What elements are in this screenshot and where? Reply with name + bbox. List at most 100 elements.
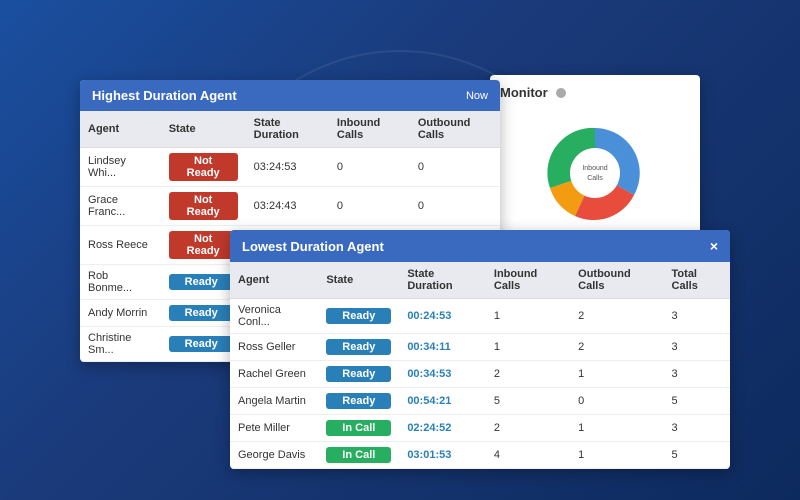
col-state: State: [318, 262, 399, 299]
cell-agent: George Davis: [230, 442, 318, 469]
cell-agent: Andy Morrin: [80, 300, 161, 327]
col-total: Total Calls: [664, 262, 730, 299]
highest-panel-title: Highest Duration Agent: [92, 88, 237, 103]
monitor-header: Monitor: [500, 85, 690, 100]
cell-state: Not Ready: [161, 187, 246, 226]
col-inbound: Inbound Calls: [329, 111, 410, 148]
cell-agent: Lindsey Whi...: [80, 148, 161, 187]
cell-total: 3: [664, 415, 730, 442]
close-button[interactable]: ×: [710, 238, 718, 254]
col-state-duration: State Duration: [246, 111, 329, 148]
donut-chart: Inbound Calls: [515, 113, 675, 233]
cell-state: Not Ready: [161, 148, 246, 187]
cell-total: 5: [664, 388, 730, 415]
cell-agent: Ross Reece: [80, 226, 161, 265]
donut-chart-container: Inbound Calls: [500, 108, 690, 238]
cell-inbound: 1: [486, 334, 570, 361]
table-row: Veronica Conl... Ready 00:24:53 1 2 3: [230, 299, 730, 334]
cell-inbound: 0: [329, 187, 410, 226]
cell-agent: Grace Franc...: [80, 187, 161, 226]
monitor-panel: Monitor Inbound Calls: [490, 75, 700, 248]
table-row: Lindsey Whi... Not Ready 03:24:53 0 0: [80, 148, 500, 187]
cell-inbound: 1: [486, 299, 570, 334]
cell-duration: 03:24:43: [246, 187, 329, 226]
cell-duration: 00:24:53: [399, 299, 486, 334]
cell-agent: Veronica Conl...: [230, 299, 318, 334]
cell-outbound: 0: [410, 187, 500, 226]
cell-outbound: 2: [570, 334, 663, 361]
table-row: Ross Geller Ready 00:34:11 1 2 3: [230, 334, 730, 361]
cell-agent: Angela Martin: [230, 388, 318, 415]
state-badge: Ready: [326, 366, 391, 382]
col-agent: Agent: [80, 111, 161, 148]
cell-duration: 03:01:53: [399, 442, 486, 469]
monitor-dot: [556, 88, 566, 98]
cell-outbound: 0: [410, 148, 500, 187]
lowest-duration-table: Agent State State Duration Inbound Calls…: [230, 262, 730, 469]
cell-duration: 00:54:21: [399, 388, 486, 415]
state-badge: Not Ready: [169, 192, 238, 220]
table-row: Rachel Green Ready 00:34:53 2 1 3: [230, 361, 730, 388]
state-badge: Not Ready: [169, 153, 238, 181]
state-badge: Ready: [169, 336, 234, 352]
table-row: George Davis In Call 03:01:53 4 1 5: [230, 442, 730, 469]
cell-outbound: 2: [570, 299, 663, 334]
donut-center-label: Inbound: [582, 165, 607, 172]
state-badge: Not Ready: [169, 231, 238, 259]
cell-state: Ready: [318, 299, 399, 334]
col-state: State: [161, 111, 246, 148]
lowest-panel-title: Lowest Duration Agent: [242, 239, 384, 254]
lowest-duration-panel: Lowest Duration Agent × Agent State Stat…: [230, 230, 730, 469]
cell-outbound: 0: [570, 388, 663, 415]
state-badge: Ready: [169, 305, 234, 321]
cell-outbound: 1: [570, 442, 663, 469]
state-badge: Ready: [326, 393, 391, 409]
state-badge: Ready: [326, 339, 391, 355]
col-outbound: Outbound Calls: [570, 262, 663, 299]
cell-agent: Rachel Green: [230, 361, 318, 388]
col-inbound: Inbound Calls: [486, 262, 570, 299]
highest-panel-header: Highest Duration Agent Now: [80, 80, 500, 111]
cell-inbound: 2: [486, 361, 570, 388]
cell-state: In Call: [318, 415, 399, 442]
state-badge: In Call: [326, 420, 391, 436]
cell-state: In Call: [318, 442, 399, 469]
cell-agent: Christine Sm...: [80, 327, 161, 362]
donut-center-label2: Calls: [587, 175, 603, 182]
table-row: Grace Franc... Not Ready 03:24:43 0 0: [80, 187, 500, 226]
cell-duration: 00:34:53: [399, 361, 486, 388]
lowest-panel-header: Lowest Duration Agent ×: [230, 230, 730, 262]
highest-panel-badge: Now: [466, 90, 488, 102]
table-row: Angela Martin Ready 00:54:21 5 0 5: [230, 388, 730, 415]
highest-table-header-row: Agent State State Duration Inbound Calls…: [80, 111, 500, 148]
lowest-table-header-row: Agent State State Duration Inbound Calls…: [230, 262, 730, 299]
cell-inbound: 5: [486, 388, 570, 415]
cell-total: 3: [664, 334, 730, 361]
donut-center: [570, 148, 620, 198]
cell-total: 5: [664, 442, 730, 469]
cell-state: Ready: [318, 361, 399, 388]
state-badge: In Call: [326, 447, 391, 463]
cell-agent: Rob Bonme...: [80, 265, 161, 300]
cell-inbound: 2: [486, 415, 570, 442]
cell-agent: Ross Geller: [230, 334, 318, 361]
col-agent: Agent: [230, 262, 318, 299]
state-badge: Ready: [326, 308, 391, 324]
monitor-title: Monitor: [500, 85, 548, 100]
cell-state: Ready: [318, 388, 399, 415]
state-badge: Ready: [169, 274, 234, 290]
cell-outbound: 1: [570, 415, 663, 442]
table-row: Pete Miller In Call 02:24:52 2 1 3: [230, 415, 730, 442]
cell-inbound: 0: [329, 148, 410, 187]
col-outbound: Outbound Calls: [410, 111, 500, 148]
cell-state: Ready: [318, 334, 399, 361]
cell-duration: 02:24:52: [399, 415, 486, 442]
cell-duration: 00:34:11: [399, 334, 486, 361]
cell-duration: 03:24:53: [246, 148, 329, 187]
cell-total: 3: [664, 299, 730, 334]
lowest-table-body: Veronica Conl... Ready 00:24:53 1 2 3 Ro…: [230, 299, 730, 469]
col-state-duration: State Duration: [399, 262, 486, 299]
cell-outbound: 1: [570, 361, 663, 388]
cell-inbound: 4: [486, 442, 570, 469]
cell-agent: Pete Miller: [230, 415, 318, 442]
